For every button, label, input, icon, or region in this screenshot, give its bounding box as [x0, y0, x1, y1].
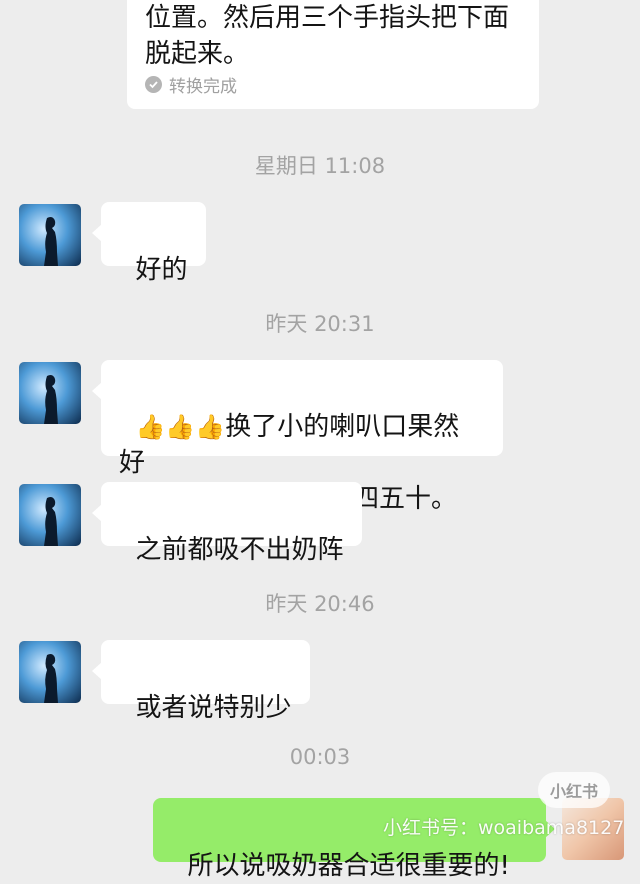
message-bubble[interactable]: 👍👍👍换了小的喇叭口果然好 用。一个小时吸出了四五十。 — [92, 360, 503, 514]
avatar[interactable] — [19, 362, 81, 424]
converted-text: 位置。然后用三个手指头把下面 脱起来。 — [145, 3, 510, 69]
message-text: 好的 — [135, 255, 188, 285]
timestamp: 00:03 — [289, 745, 351, 769]
avatar[interactable] — [19, 204, 81, 266]
timestamp: 昨天 20:31 — [265, 312, 375, 336]
avatar[interactable] — [19, 641, 81, 703]
conversion-status: 转换完成 — [145, 72, 237, 97]
timestamp: 星期日 11:08 — [254, 154, 386, 178]
voice-to-text-card[interactable]: 位置。然后用三个手指头把下面 脱起来。 转换完成 — [127, 0, 539, 109]
thumbs-up-icon: 👍👍👍 — [135, 413, 226, 441]
message-text: 所以说吸奶器合适很重要的! — [187, 851, 510, 881]
message-bubble[interactable]: 好的 — [92, 202, 206, 285]
watermark-id: 小红书号：woaibama8127 — [383, 817, 625, 839]
avatar[interactable] — [19, 484, 81, 546]
message-bubble[interactable]: 之前都吸不出奶阵 — [92, 482, 362, 565]
xiaohongshu-logo: 小红书 — [538, 772, 610, 808]
message-text: 之前都吸不出奶阵 — [135, 535, 344, 565]
timestamp: 昨天 20:46 — [265, 592, 375, 616]
message-text: 或者说特别少 — [135, 693, 292, 723]
check-icon — [145, 76, 162, 93]
message-bubble[interactable]: 或者说特别少 — [92, 640, 310, 723]
conversion-status-label: 转换完成 — [169, 77, 237, 97]
